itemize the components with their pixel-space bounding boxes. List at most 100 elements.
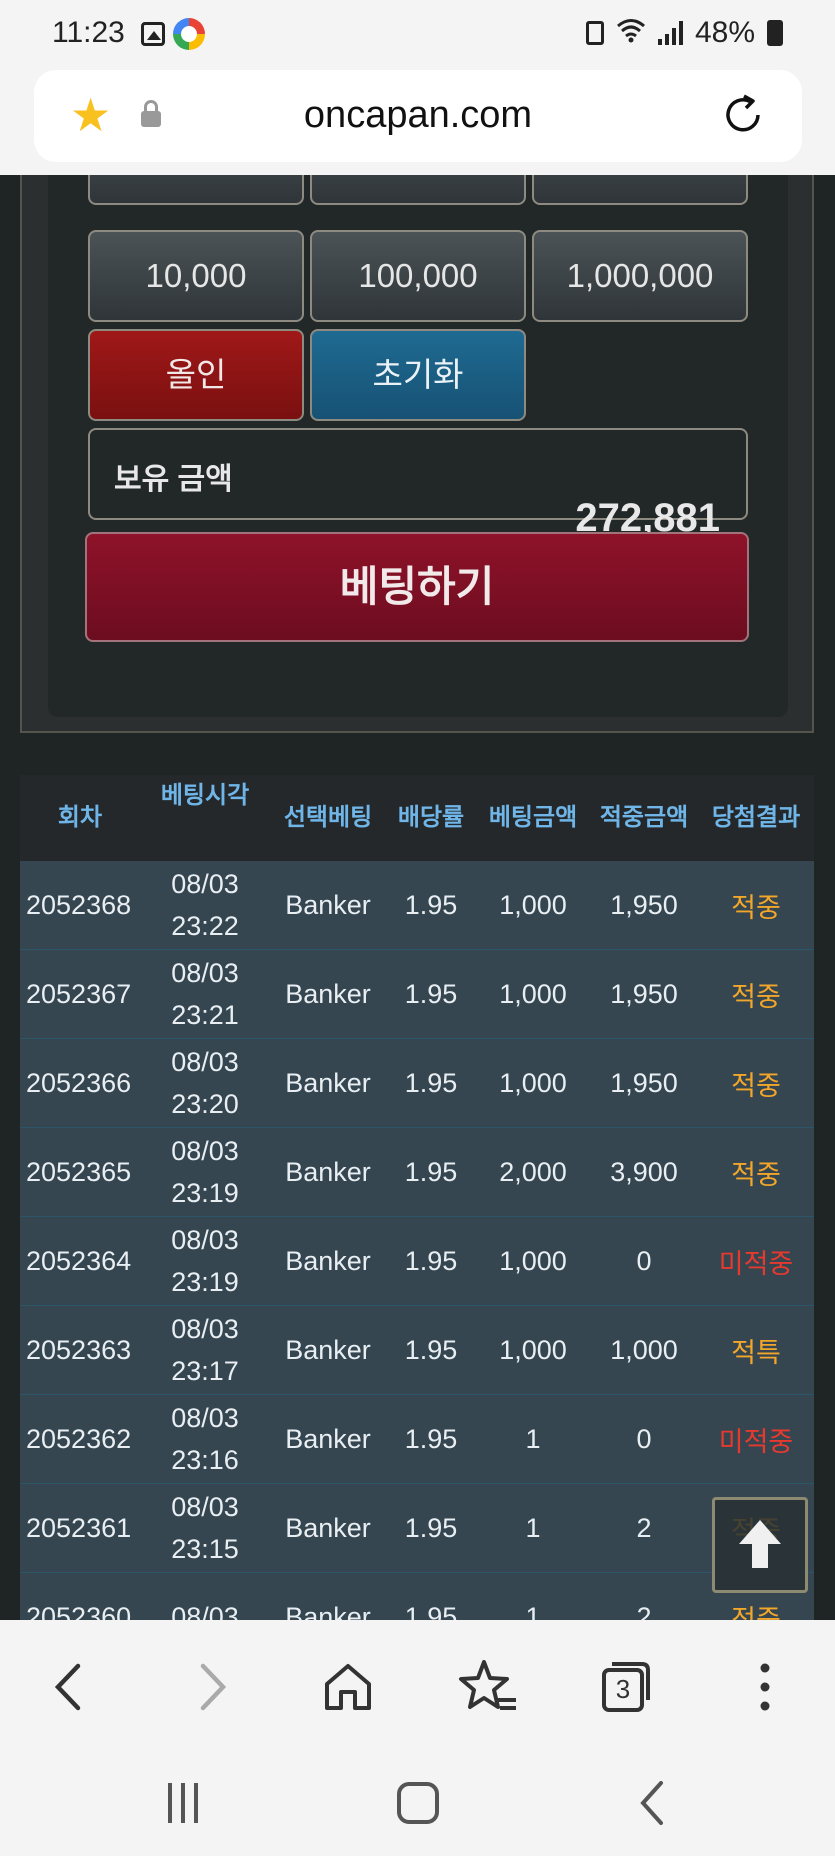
cell-bet-amount: 1 <box>525 1512 541 1543</box>
tabs-button[interactable]: 3 <box>590 1652 660 1722</box>
cell-result: 미적중 <box>718 1426 794 1457</box>
cell-selection: Banker <box>285 1423 371 1454</box>
reset-button[interactable]: 초기화 <box>310 329 526 421</box>
cell-bet-amount: 1 <box>525 1423 541 1454</box>
cell-odds: 1.95 <box>404 1067 458 1098</box>
tab-count: 3 <box>615 1674 631 1704</box>
table-row: 2052368 08/03 23:22 Banker 1.95 1,000 1,950 적중 <box>20 861 814 950</box>
scroll-top-button[interactable] <box>712 1497 808 1593</box>
cell-date: 08/03 <box>171 1225 239 1255</box>
cell-bet-amount: 1,000 <box>499 1067 567 1098</box>
cell-round: 2052367 <box>26 978 132 1009</box>
status-bar: 11:23 48% <box>0 0 835 70</box>
cell-selection: Banker <box>285 1334 371 1365</box>
cell-bet-amount: 1,000 <box>499 1334 567 1365</box>
cell-result: 미적중 <box>718 1248 794 1279</box>
forward-button[interactable] <box>177 1652 247 1722</box>
reload-icon[interactable] <box>720 92 766 138</box>
star-icon[interactable]: ★ <box>70 92 111 138</box>
cell-bet-time: 08/03 23:19 <box>140 1130 270 1214</box>
cell-win-amount: 1,950 <box>610 978 678 1009</box>
cell-bet-time: 08/03 23:22 <box>140 863 270 947</box>
table-row: 2052364 08/03 23:19 Banker 1.95 1,000 0 미적중 <box>20 1217 814 1306</box>
cell-win-amount: 2 <box>636 1512 652 1543</box>
cell-bet-time: 08/03 23:16 <box>140 1397 270 1481</box>
betting-panel: 1,000 3,000 5,000 10,000 100,000 1,000,0… <box>20 175 814 733</box>
chip-100000-button[interactable]: 100,000 <box>310 230 526 322</box>
cell-bet-amount: 1,000 <box>499 889 567 920</box>
table-row: 2052366 08/03 23:20 Banker 1.95 1,000 1,950 적중 <box>20 1039 814 1128</box>
menu-button[interactable] <box>730 1652 800 1722</box>
cell-time: 23:19 <box>171 1267 239 1297</box>
allin-button[interactable]: 올인 <box>88 329 304 421</box>
recent-apps-button[interactable] <box>148 1768 218 1838</box>
cell-odds: 1.95 <box>404 1601 458 1621</box>
back-button[interactable] <box>34 1652 104 1722</box>
signal-icon <box>657 21 683 45</box>
cell-result: 적중 <box>731 1070 781 1101</box>
table-header: 회차 베팅시각 선택베팅 배당률 베팅금액 적중금액 당첨결과 <box>20 775 814 861</box>
cell-odds: 1.95 <box>404 1156 458 1187</box>
table-row: 2052365 08/03 23:19 Banker 1.95 2,000 3,900 적중 <box>20 1128 814 1217</box>
header-bet-amount: 베팅금액 <box>488 804 578 831</box>
cell-win-amount: 0 <box>636 1245 652 1276</box>
cell-time: 23:17 <box>171 1356 239 1386</box>
cell-date: 08/03 <box>171 1047 239 1077</box>
chip-1000-button[interactable]: 1,000 <box>88 175 304 205</box>
cell-round: 2052368 <box>26 889 132 920</box>
chip-1000000-button[interactable]: 1,000,000 <box>532 230 748 322</box>
wifi-icon <box>616 17 646 50</box>
cell-result: 적특 <box>731 1337 781 1368</box>
chip-10000-button[interactable]: 10,000 <box>88 230 304 322</box>
cell-time: 23:15 <box>171 1534 239 1564</box>
cell-round: 2052362 <box>26 1423 132 1454</box>
balance-label: 보유 금액 <box>114 463 233 496</box>
header-selection: 선택베팅 <box>283 804 373 831</box>
system-home-button[interactable] <box>383 1768 453 1838</box>
cell-odds: 1.95 <box>404 1245 458 1276</box>
chip-3000-button[interactable]: 3,000 <box>310 175 526 205</box>
browser-toolbar: oncapan.com ★ <box>0 70 835 175</box>
battery-icon <box>767 20 783 46</box>
system-back-button[interactable] <box>617 1768 687 1838</box>
cell-selection: Banker <box>285 1156 371 1187</box>
cell-win-amount: 0 <box>636 1423 652 1454</box>
bet-history-table: 회차 베팅시각 선택베팅 배당률 베팅금액 적중금액 당첨결과 2052368 0… <box>20 775 814 1620</box>
cell-selection: Banker <box>285 978 371 1009</box>
cell-round: 2052366 <box>26 1067 132 1098</box>
chip-5000-button[interactable]: 5,000 <box>532 175 748 205</box>
cell-result: 적중 <box>731 1159 781 1190</box>
cell-win-amount: 3,900 <box>610 1156 678 1187</box>
cell-date: 08/03 <box>171 1403 239 1433</box>
cell-time: 23:16 <box>171 1445 239 1475</box>
cell-bet-time: 08/03 23:21 <box>140 952 270 1036</box>
cell-bet-amount: 1 <box>525 1601 541 1621</box>
cell-odds: 1.95 <box>404 1334 458 1365</box>
cell-date: 08/03 <box>171 958 239 988</box>
cell-result: 적중 <box>731 1604 781 1621</box>
cell-time: 23:20 <box>171 1089 239 1119</box>
header-bet-time: 베팅시각 <box>160 782 250 809</box>
url-bar[interactable]: oncapan.com ★ <box>34 70 802 162</box>
cell-win-amount: 1,950 <box>610 889 678 920</box>
table-row: 2052367 08/03 23:21 Banker 1.95 1,000 1,950 적중 <box>20 950 814 1039</box>
balance-box: 보유 금액 272,881 <box>88 428 748 540</box>
cell-date: 08/03 <box>171 1136 239 1166</box>
cell-selection: Banker <box>285 1245 371 1276</box>
place-bet-button[interactable]: 베팅하기 <box>85 532 749 642</box>
chevron-right-icon <box>200 1663 227 1711</box>
cell-result: 적중 <box>731 981 781 1012</box>
battery-saver-icon <box>585 21 604 45</box>
lock-icon[interactable] <box>141 100 161 128</box>
home-button[interactable] <box>313 1652 383 1722</box>
cell-odds: 1.95 <box>404 889 458 920</box>
bookmarks-button[interactable] <box>452 1652 522 1722</box>
cell-selection: Banker <box>285 1067 371 1098</box>
cell-bet-time: 08/03 23:20 <box>140 1041 270 1125</box>
arrow-up-icon <box>739 1520 781 1568</box>
table-row: 2052360 08/03 Banker 1.95 1 2 적중 <box>20 1573 814 1620</box>
maps-icon <box>173 18 205 50</box>
cell-selection: Banker <box>285 1601 371 1621</box>
more-vertical-icon <box>760 1663 770 1711</box>
header-odds: 배당률 <box>397 804 465 831</box>
